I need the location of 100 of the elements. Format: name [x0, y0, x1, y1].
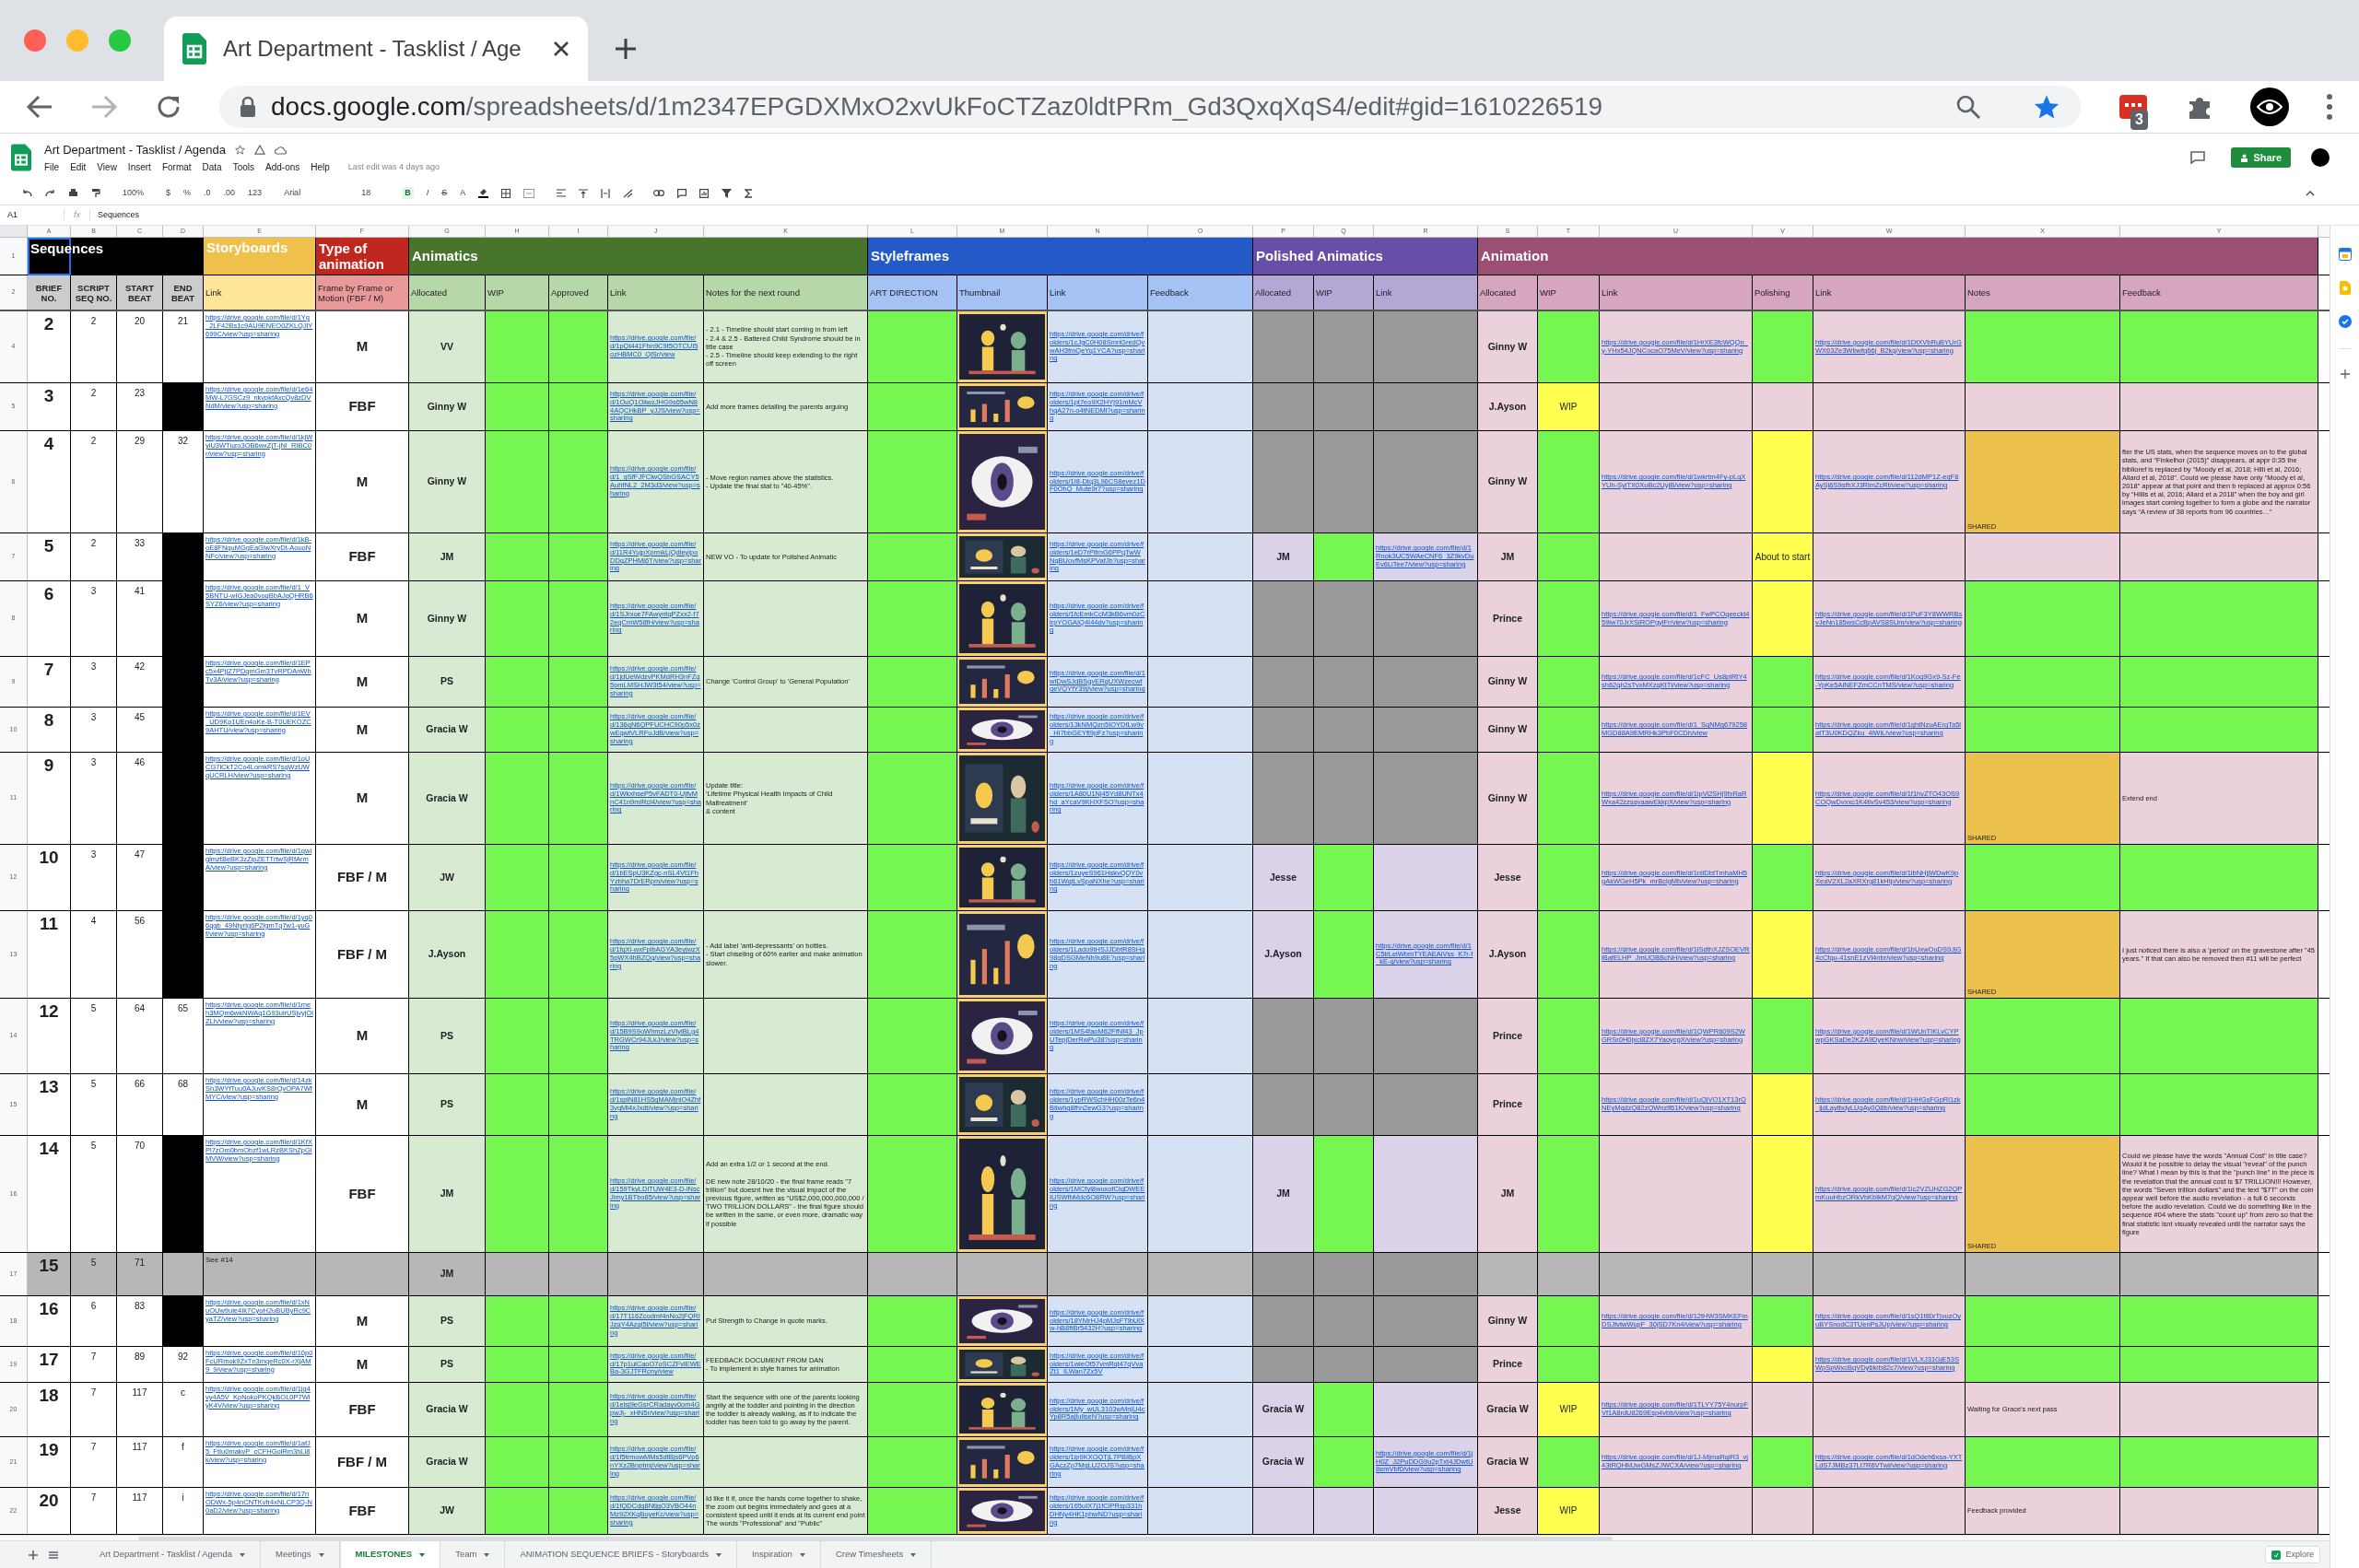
collapse-icon[interactable] [2306, 190, 2315, 196]
menu-item[interactable]: Add-ons [265, 160, 300, 175]
wrap-icon[interactable] [601, 188, 611, 198]
strikethrough-button[interactable]: S [441, 186, 448, 200]
brief-number: 7 [43, 660, 54, 680]
assignee-name: JM [440, 1187, 454, 1201]
undo-icon[interactable] [22, 189, 32, 197]
add-icon[interactable] [2340, 369, 2350, 379]
new-tab-icon[interactable] [614, 37, 638, 61]
sheet-tab[interactable]: Meetings [261, 1540, 340, 1568]
star-outline-icon[interactable] [235, 145, 246, 155]
sheets-icon [182, 33, 206, 64]
assignee-name: JM [1276, 549, 1290, 564]
cell-text: 3 [90, 756, 97, 769]
italic-button[interactable]: I [426, 186, 429, 200]
comment-icon[interactable] [677, 188, 687, 198]
cell-text: 41 [134, 585, 146, 598]
assignee-name: J.Ayson [428, 947, 466, 962]
text-color-button[interactable]: A [460, 186, 466, 200]
move-icon[interactable] [254, 145, 266, 155]
close-icon[interactable] [553, 41, 569, 57]
menu-item[interactable]: View [97, 160, 117, 175]
column-header: Frame by Frame or Motion (FBF / M) [316, 275, 409, 310]
section-title: Styleframes [871, 248, 950, 264]
sheet-tab[interactable]: MILESTONES [339, 1540, 441, 1568]
name-box[interactable]: A1 [0, 208, 65, 222]
avatar[interactable] [2250, 88, 2289, 126]
brief-number: 16 [39, 1299, 59, 1319]
assignee-name: Jesse [1494, 870, 1521, 884]
rotate-icon[interactable] [623, 188, 634, 198]
number-format-dropdown[interactable]: 123 [248, 186, 263, 200]
person-icon [2240, 153, 2249, 162]
cell-text: 2 [90, 435, 97, 448]
fill-color-icon[interactable] [478, 188, 489, 198]
tasks-icon[interactable] [2338, 315, 2352, 328]
align-icon[interactable] [557, 189, 567, 197]
assignee-name: Ginny W [1487, 674, 1528, 689]
cell-text: f [182, 1441, 184, 1454]
cell-text: 7 [90, 1351, 97, 1363]
share-button[interactable]: Share [2231, 147, 2291, 168]
menu-item[interactable]: Data [202, 160, 222, 175]
menu-item[interactable]: Help [311, 160, 330, 175]
section-title: Animatics [412, 248, 478, 264]
zoom-dropdown[interactable]: 100% [123, 186, 145, 200]
assignee-name: PS [440, 1028, 453, 1043]
avatar[interactable] [2311, 148, 2330, 167]
comment-icon[interactable] [2190, 151, 2206, 164]
font-size-dropdown[interactable]: 18 [361, 186, 390, 200]
back-icon[interactable] [26, 94, 53, 120]
animation-type: M [356, 1026, 369, 1046]
link-icon[interactable] [653, 190, 665, 196]
font-dropdown[interactable]: Arial [284, 186, 340, 200]
redo-icon[interactable] [45, 189, 55, 197]
calendar-icon[interactable] [2338, 248, 2352, 261]
paint-format-icon[interactable] [91, 188, 100, 198]
add-sheet-icon[interactable] [28, 1549, 39, 1561]
menu-item[interactable]: Format [161, 160, 192, 175]
search-icon[interactable] [1955, 94, 1981, 120]
decrease-decimals-button[interactable]: .0 [204, 186, 211, 200]
cell-text: 20 [134, 315, 146, 328]
last-edit-text[interactable]: Last edit was 4 days ago [347, 161, 440, 174]
menu-item[interactable]: Edit [70, 160, 87, 175]
bold-button[interactable]: B [402, 186, 414, 200]
caret-icon [318, 1552, 324, 1557]
borders-icon[interactable] [501, 188, 511, 198]
assignee-name: Gracia W [1262, 1402, 1305, 1417]
assignee-name: Gracia W [426, 1402, 468, 1417]
address-bar[interactable]: docs.google.com/spreadsheets/d/1m2347EPGDXMxO2xvUkFoCTZaz0ldtPRm_Gd3QxqXqS4/edit#gid=1610226519 [219, 86, 2081, 128]
percent-button[interactable]: % [183, 186, 192, 200]
more-icon[interactable] [2326, 93, 2333, 121]
assignee-name: Prince [1492, 1097, 1523, 1112]
merge-icon[interactable] [523, 188, 535, 198]
filter-icon[interactable] [722, 188, 733, 198]
sheet-tab[interactable]: ANIMATION SEQUENCE BRIEFS - Storyboards [505, 1540, 738, 1568]
sheet-tab[interactable]: Crew Timesheets [820, 1540, 933, 1568]
vertical-align-icon[interactable] [579, 188, 589, 198]
menu-item[interactable]: Insert [127, 160, 151, 175]
increase-decimals-button[interactable]: .00 [223, 186, 236, 200]
sheets-logo[interactable] [11, 144, 31, 171]
sheet-tab[interactable]: Art Department - Tasklist / Agenda [85, 1540, 261, 1568]
chart-icon[interactable] [699, 188, 710, 198]
sheet-tab[interactable]: Team [440, 1540, 506, 1568]
browser-tab[interactable]: Art Department - Tasklist / Age [164, 17, 588, 81]
assignee-name: JM [1500, 1187, 1515, 1201]
sheet-list-icon[interactable] [48, 1550, 59, 1560]
sheet-tab[interactable]: Inspiration [737, 1540, 821, 1568]
currency-button[interactable]: $ [166, 186, 171, 200]
cell-text: 47 [134, 848, 146, 861]
animation-type: FBF [348, 397, 376, 416]
menu-item[interactable]: Tools [232, 160, 255, 175]
assignee-name: J.Ayson [1264, 947, 1302, 962]
sum-icon[interactable] [745, 188, 754, 198]
formula-input[interactable]: Sequences [90, 208, 147, 222]
document-title[interactable]: Art Department - Tasklist / Agenda [44, 140, 227, 159]
explore-button[interactable]: Explore [2265, 1545, 2320, 1564]
menu-item[interactable]: File [44, 160, 60, 175]
brief-number: 3 [43, 386, 54, 406]
cell-text: 83 [134, 1300, 146, 1313]
column-header: Allocated [1478, 275, 1538, 310]
print-icon[interactable] [68, 188, 78, 198]
